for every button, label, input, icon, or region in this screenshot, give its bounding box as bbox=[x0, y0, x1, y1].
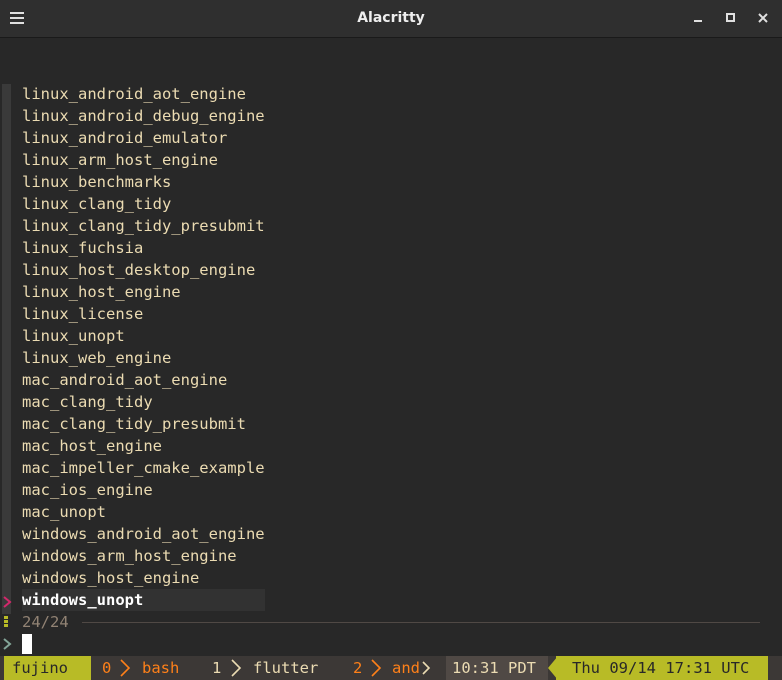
terminal-area[interactable]: linux_android_aot_engine linux_android_de… bbox=[0, 38, 782, 680]
chevron-right-icon bbox=[120, 659, 131, 677]
fzf-result-item[interactable]: linux_android_debug_engine bbox=[22, 105, 265, 127]
fzf-result-item[interactable]: windows_arm_host_engine bbox=[22, 545, 265, 567]
fzf-result-item[interactable]: mac_android_aot_engine bbox=[22, 369, 265, 391]
fzf-result-item[interactable]: linux_android_emulator bbox=[22, 127, 265, 149]
close-icon[interactable] bbox=[754, 9, 772, 27]
fzf-result-item[interactable]: windows_android_aot_engine bbox=[22, 523, 265, 545]
tmux-window-1[interactable]: 1 bbox=[212, 656, 221, 680]
fzf-result-item[interactable]: mac_host_engine bbox=[22, 435, 265, 457]
fzf-result-item[interactable]: linux_web_engine bbox=[22, 347, 265, 369]
tmux-window-1-name[interactable]: flutter bbox=[253, 656, 318, 680]
text-cursor bbox=[22, 634, 32, 654]
prompt-chevron-icon bbox=[2, 636, 16, 652]
fzf-query-input[interactable] bbox=[22, 633, 762, 655]
fzf-gutter bbox=[2, 84, 11, 614]
tmux-window-0[interactable]: 0 bbox=[102, 656, 111, 680]
fzf-result-item[interactable]: mac_unopt bbox=[22, 501, 265, 523]
tmux-window-2[interactable]: 2 bbox=[353, 656, 362, 680]
tmux-window-index: 0 bbox=[102, 659, 112, 677]
chevron-right-icon bbox=[231, 659, 242, 677]
tmux-window-index: 1 bbox=[212, 659, 222, 677]
fzf-prompt-row bbox=[0, 633, 782, 655]
fzf-result-item[interactable]: linux_clang_tidy_presubmit bbox=[22, 215, 265, 237]
title-bar: Alacritty bbox=[0, 0, 782, 38]
tmux-session-name: fujino bbox=[4, 656, 91, 680]
tmux-window-0-name[interactable]: bash bbox=[142, 656, 179, 680]
fzf-result-item[interactable]: linux_clang_tidy bbox=[22, 193, 265, 215]
fzf-result-item[interactable]: mac_impeller_cmake_example bbox=[22, 457, 265, 479]
chevron-right-icon bbox=[371, 659, 382, 677]
fzf-result-item[interactable]: mac_clang_tidy_presubmit bbox=[22, 413, 265, 435]
fzf-result-item[interactable]: linux_host_engine bbox=[22, 281, 265, 303]
fzf-result-item[interactable]: linux_unopt bbox=[22, 325, 265, 347]
tmux-status-bar: fujino 0 bash 1 flutter 2 and 10:31 PDT … bbox=[0, 656, 782, 680]
chevron-right-icon bbox=[2, 591, 16, 613]
fzf-result-item[interactable]: windows_unopt bbox=[22, 589, 265, 611]
fzf-result-item[interactable]: linux_arm_host_engine bbox=[22, 149, 265, 171]
spinner-icon bbox=[4, 616, 8, 628]
tmux-utc-datetime: Thu 09/14 17:31 UTC bbox=[556, 656, 768, 680]
fzf-result-item[interactable]: linux_android_aot_engine bbox=[22, 83, 265, 105]
tmux-local-time: 10:31 PDT bbox=[446, 656, 548, 680]
fzf-result-list[interactable]: linux_android_aot_engine linux_android_de… bbox=[22, 83, 265, 611]
fzf-result-item[interactable]: linux_host_desktop_engine bbox=[22, 259, 265, 281]
window-title: Alacritty bbox=[357, 10, 425, 26]
tmux-window-2-name[interactable]: and bbox=[392, 656, 420, 680]
fzf-result-item[interactable]: linux_license bbox=[22, 303, 265, 325]
tmux-window-index: 2 bbox=[353, 659, 363, 677]
fzf-result-item[interactable]: linux_fuchsia bbox=[22, 237, 265, 259]
minimize-icon[interactable] bbox=[690, 9, 708, 27]
fzf-result-item[interactable]: windows_host_engine bbox=[22, 567, 265, 589]
separator-line bbox=[82, 622, 760, 623]
fzf-info-row: 24/24 bbox=[0, 611, 782, 633]
match-count: 24/24 bbox=[22, 613, 69, 631]
fzf-result-item[interactable]: mac_ios_engine bbox=[22, 479, 265, 501]
fzf-result-item[interactable]: linux_benchmarks bbox=[22, 171, 265, 193]
chevron-right-icon bbox=[422, 661, 431, 675]
fzf-result-item[interactable]: mac_clang_tidy bbox=[22, 391, 265, 413]
alacritty-window: Alacritty linux_android_aot_engine linux_… bbox=[0, 0, 782, 680]
maximize-icon[interactable] bbox=[722, 9, 740, 27]
